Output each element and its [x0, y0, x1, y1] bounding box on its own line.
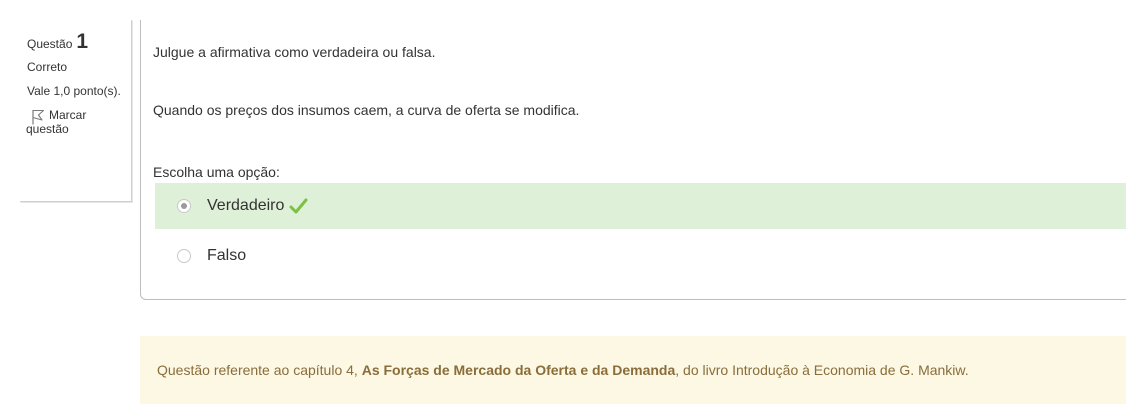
feedback-suffix: , do livro Introdução à Economia de G. M… — [675, 362, 969, 378]
question-info: Questão 1 Correto Vale 1,0 ponto(s). Mar… — [20, 20, 132, 202]
question-label: Questão — [27, 37, 73, 51]
flag-label-line2: questão — [26, 122, 69, 136]
flag-question-link[interactable]: Marcar questão — [26, 108, 131, 136]
answer-option-verdadeiro[interactable]: Verdadeiro — [155, 183, 1126, 229]
quiz-page: Questão 1 Correto Vale 1,0 ponto(s). Mar… — [0, 0, 1126, 408]
general-feedback: Questão referente ao capítulo 4, As Forç… — [140, 336, 1126, 404]
question-grade: Vale 1,0 ponto(s). — [27, 84, 121, 98]
feedback-chapter-title: As Forças de Mercado da Oferta e da Dema… — [361, 362, 676, 378]
flag-label: Marcar questão — [26, 108, 87, 136]
radio-verdadeiro[interactable] — [177, 199, 191, 213]
question-number-line: Questão 1 — [27, 30, 131, 53]
choose-label: Escolha uma opção: — [153, 164, 280, 180]
radio-falso[interactable] — [177, 249, 191, 263]
flag-label-line1: Marcar — [49, 108, 87, 122]
check-icon — [289, 198, 308, 214]
question-text: Quando os preços dos insumos caem, a cur… — [153, 102, 580, 118]
answer-label-falso: Falso — [207, 247, 247, 264]
answer-option-falso[interactable]: Falso — [155, 233, 1126, 279]
question-number: 1 — [76, 30, 89, 53]
question-state: Correto — [27, 60, 68, 74]
answer-label-verdadeiro: Verdadeiro — [207, 197, 285, 214]
question-prompt: Julgue a afirmativa como verdadeira ou f… — [153, 44, 436, 60]
feedback-prefix: Questão referente ao capítulo 4, — [157, 362, 362, 378]
feedback-text: Questão referente ao capítulo 4, As Forç… — [157, 362, 969, 378]
question-content: Julgue a afirmativa como verdadeira ou f… — [140, 20, 1126, 300]
